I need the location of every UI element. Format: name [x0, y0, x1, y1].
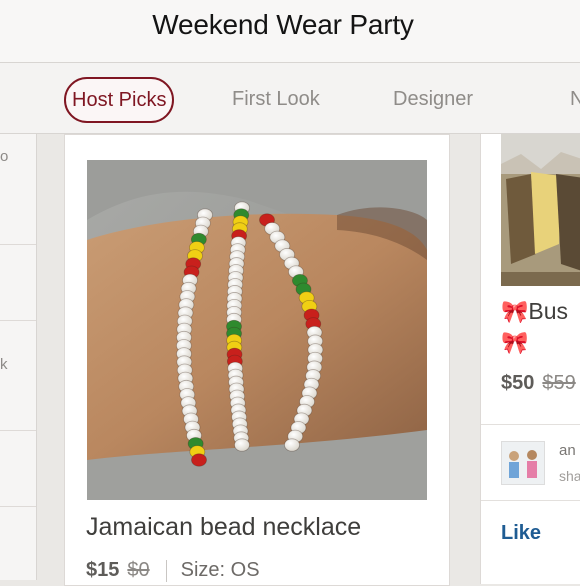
divider [165, 559, 167, 582]
divider [0, 244, 36, 245]
seller-action: sha [559, 468, 580, 484]
bead [284, 438, 300, 452]
bead [191, 453, 207, 467]
tab-bar: Host Picks First Look Designer N [0, 63, 580, 134]
avatar-image [502, 442, 544, 484]
tab-next[interactable]: N [570, 77, 580, 121]
clothing-rack-photo-image [501, 134, 580, 286]
avatar[interactable] [501, 441, 545, 485]
listing-title[interactable]: Jamaican bead necklace [86, 513, 361, 542]
party-title: Weekend Wear Party [152, 9, 414, 40]
tab-first-look[interactable]: First Look [232, 77, 320, 121]
bead [234, 438, 250, 452]
left-text-fragment: o [0, 148, 9, 165]
listing-original-price: $0 [127, 559, 150, 581]
left-text-fragment: k [0, 356, 8, 373]
listing-photo-partial[interactable] [501, 134, 580, 286]
listing-card-partial[interactable]: 🎀Bus 🎀 $50 $59 an sha Like [480, 134, 580, 584]
seller-name[interactable]: an [559, 442, 576, 459]
listing-photo[interactable] [87, 160, 427, 500]
left-listing-column[interactable]: o k [0, 134, 37, 580]
listing-size: Size: OS [180, 559, 260, 581]
divider [481, 424, 580, 425]
bracelet-photo-image [87, 160, 427, 500]
listing-price: $15 [86, 559, 120, 581]
divider [0, 320, 36, 321]
tab-host-picks[interactable]: Host Picks [64, 77, 175, 123]
ribbon-bow-icon: 🎀 [501, 330, 529, 355]
divider [481, 500, 580, 501]
listing2-title-text: Bus [528, 298, 569, 324]
divider [0, 430, 36, 431]
tab-designer[interactable]: Designer [393, 77, 473, 121]
listing2-price: $50 [501, 372, 535, 394]
listing2-original-price: $59 [542, 372, 576, 394]
listing2-price-row: $50 $59 [501, 372, 576, 395]
listing-card[interactable]: Jamaican bead necklace $15 $0 Size: OS [64, 134, 450, 586]
party-header: Weekend Wear Party [0, 0, 580, 63]
divider [0, 506, 36, 507]
like-button[interactable]: Like [501, 522, 541, 545]
listing-price-row: $15 $0 Size: OS [86, 559, 260, 582]
listing2-title[interactable]: 🎀Bus 🎀 [501, 296, 568, 358]
ribbon-bow-icon: 🎀 [501, 299, 529, 324]
